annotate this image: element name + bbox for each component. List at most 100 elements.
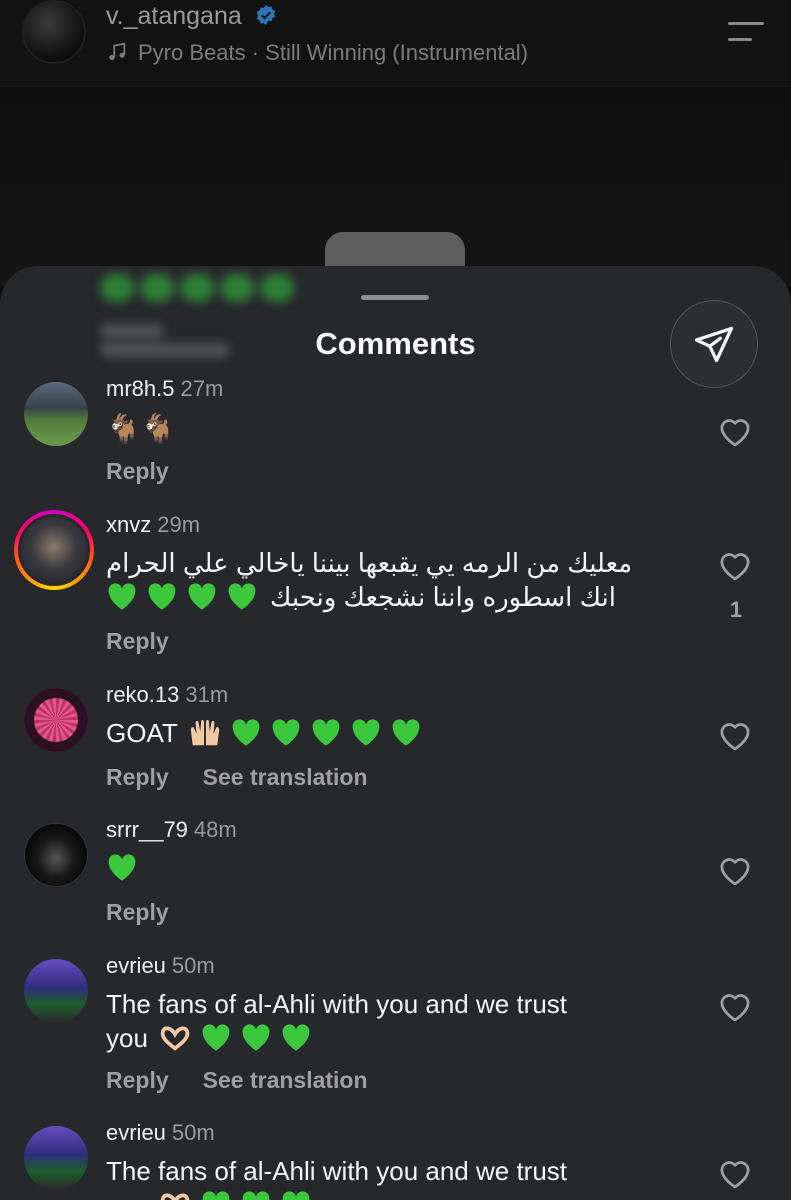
music-note-icon xyxy=(106,41,128,63)
green-heart-icon xyxy=(280,1023,312,1052)
green-heart-icon xyxy=(106,582,138,611)
comment-text-line: معليك من الرمه يي يقبعها بيننا ياخالي عل… xyxy=(106,548,633,578)
menu-icon[interactable] xyxy=(726,20,766,44)
green-heart-icon xyxy=(106,853,138,882)
green-heart-icon xyxy=(200,1023,232,1052)
share-button[interactable] xyxy=(670,300,758,388)
green-heart-icon xyxy=(200,1190,232,1200)
music-label: Pyro Beats · Still Winning (Instrumental… xyxy=(138,40,529,65)
comment-meta: evrieu 50m xyxy=(106,1120,215,1146)
green-heart-icon xyxy=(240,1023,272,1052)
comment-item: xnvz 29m معليك من الرمه يي يقبعها بيننا ي… xyxy=(0,510,791,672)
heart-hands-icon xyxy=(158,1021,192,1053)
comment-text-line-group: you xyxy=(106,1021,706,1055)
comment-time: 50m xyxy=(171,953,215,978)
sheet-drag-handle[interactable] xyxy=(361,295,429,300)
blurred-previous-comment xyxy=(100,274,310,318)
comment-text-line: The fans of al-Ahli with you and we trus… xyxy=(106,1156,568,1186)
like-heart-icon[interactable] xyxy=(716,1156,754,1190)
green-heart-icon xyxy=(146,582,178,611)
comment-text-line: انك اسطوره واننا نشجعك ونحبك xyxy=(270,582,616,612)
green-heart-icon xyxy=(186,582,218,611)
green-heart-icon xyxy=(270,718,302,747)
see-translation-button[interactable]: See translation xyxy=(203,1067,368,1093)
comment-time: 27m xyxy=(180,376,224,401)
like-heart-icon[interactable] xyxy=(716,853,754,887)
like-heart-icon[interactable] xyxy=(716,548,754,582)
green-heart-icon xyxy=(226,582,258,611)
comment-item: srrr__79 48m Reply xyxy=(0,817,791,941)
post-author-avatar[interactable] xyxy=(22,0,86,64)
commenter-avatar[interactable] xyxy=(24,1126,88,1190)
comment-actions: Reply xyxy=(106,628,203,655)
comment-meta: xnvz 29m xyxy=(106,512,200,538)
green-heart-icon xyxy=(280,1190,312,1200)
comment-actions: Reply See translation xyxy=(106,764,402,791)
comment-time: 29m xyxy=(157,512,201,537)
comment-time: 31m xyxy=(185,682,229,707)
comment-meta: srrr__79 48m xyxy=(106,817,237,843)
comment-item: evrieu 50m The fans of al-Ahli with you a… xyxy=(0,1120,791,1200)
commenter-avatar[interactable] xyxy=(24,382,88,446)
comment-text: 🐐🐐 xyxy=(106,410,706,446)
comment-actions: Reply See translation xyxy=(106,1067,402,1094)
comment-text-line-group: انك اسطوره واننا نشجعك ونحبك xyxy=(106,580,646,614)
comment-time: 50m xyxy=(171,1120,215,1145)
comment-item: reko.13 31m GOAT Reply See translation xyxy=(0,682,791,806)
green-heart-icon xyxy=(230,718,262,747)
green-hearts xyxy=(106,580,266,614)
comment-item: mr8h.5 27m 🐐🐐 Reply xyxy=(0,376,791,506)
comment-text-word: GOAT xyxy=(106,718,178,748)
verified-badge-icon xyxy=(255,4,277,26)
comment-item: evrieu 50m The fans of al-Ahli with you a… xyxy=(0,953,791,1113)
comment-text: GOAT xyxy=(106,716,706,750)
comments-sheet: Comments mr8h.5 27m 🐐🐐 Reply xnvz 29m مع… xyxy=(0,266,791,1200)
commenter-avatar[interactable] xyxy=(24,688,88,752)
comment-meta: reko.13 31m xyxy=(106,682,228,708)
send-icon xyxy=(694,326,734,363)
reply-button[interactable]: Reply xyxy=(106,628,169,654)
comment-text xyxy=(106,851,706,885)
comment-username[interactable]: reko.13 xyxy=(106,682,179,707)
comment-text-line: The fans of al-Ahli with you and we trus… xyxy=(106,989,568,1019)
comment-username[interactable]: evrieu xyxy=(106,953,166,978)
green-heart-icon xyxy=(350,718,382,747)
post-author-username[interactable]: v._atangana xyxy=(106,2,277,31)
comment-meta: evrieu 50m xyxy=(106,953,215,979)
comment-text: معليك من الرمه يي يقبعها بيننا ياخالي عل… xyxy=(106,546,646,614)
like-heart-icon[interactable] xyxy=(716,414,754,448)
commenter-avatar[interactable] xyxy=(24,823,88,887)
post-header: v._atangana Pyro Beats · Still Winning (… xyxy=(0,0,791,87)
comment-text: The fans of al-Ahli with you and we trus… xyxy=(106,1154,706,1200)
commenter-avatar[interactable] xyxy=(14,510,94,590)
comment-actions: Reply xyxy=(106,899,203,926)
post-username-text[interactable]: v._atangana xyxy=(106,2,242,30)
comment-emoji-text: 🐐🐐 xyxy=(106,413,176,444)
comment-text-line-group: you xyxy=(106,1188,706,1200)
like-count: 1 xyxy=(729,597,743,622)
reply-button[interactable]: Reply xyxy=(106,458,169,484)
comment-username[interactable]: evrieu xyxy=(106,1120,166,1145)
comment-text-line: you xyxy=(106,1023,148,1053)
heart-hands-icon xyxy=(158,1188,192,1200)
post-music-info[interactable]: Pyro Beats · Still Winning (Instrumental… xyxy=(106,40,528,66)
comment-username[interactable]: mr8h.5 xyxy=(106,376,174,401)
reply-button[interactable]: Reply xyxy=(106,1067,169,1093)
green-heart-icon xyxy=(240,1190,272,1200)
commenter-avatar[interactable] xyxy=(24,959,88,1023)
green-heart-icon xyxy=(310,718,342,747)
comment-username[interactable]: srrr__79 xyxy=(106,817,188,842)
comment-username[interactable]: xnvz xyxy=(106,512,151,537)
see-translation-button[interactable]: See translation xyxy=(203,764,368,790)
green-heart-icon xyxy=(390,718,422,747)
comment-time: 48m xyxy=(193,817,237,842)
reply-button[interactable]: Reply xyxy=(106,899,169,925)
comment-actions: Reply xyxy=(106,458,203,485)
like-heart-icon[interactable] xyxy=(716,989,754,1023)
raising-hands-icon xyxy=(188,716,222,748)
reply-button[interactable]: Reply xyxy=(106,764,169,790)
comment-text: The fans of al-Ahli with you and we trus… xyxy=(106,987,706,1055)
comment-text-line: you xyxy=(106,1190,148,1200)
comment-meta: mr8h.5 27m xyxy=(106,376,223,402)
like-heart-icon[interactable] xyxy=(716,718,754,752)
